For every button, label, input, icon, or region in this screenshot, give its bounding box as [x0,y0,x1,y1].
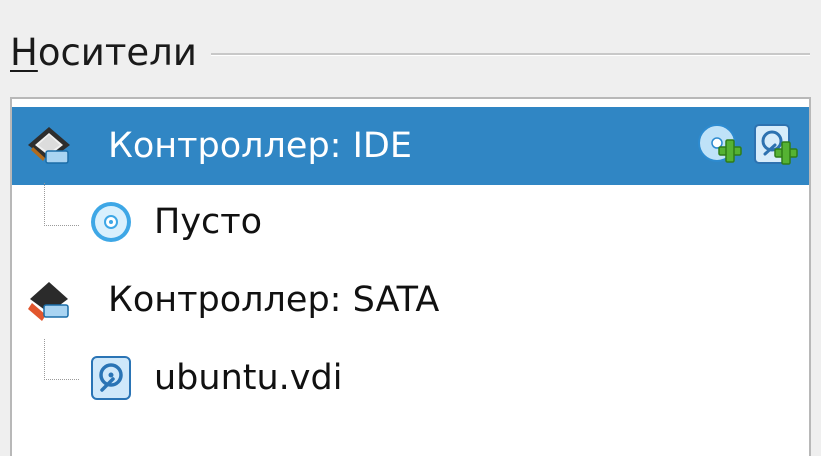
tree-branch-line [44,339,79,380]
storage-tree[interactable]: Контроллер: IDE Пусто Контроллер: SATA u… [10,97,811,456]
optical-disc-icon [91,202,131,242]
ubuntu-vdi-label: ubuntu.vdi [154,357,343,398]
ide-controller-icon [28,127,70,164]
section-title-text: осители [37,30,197,74]
section-divider [210,52,810,56]
section-title-mnemonic: Н [10,30,38,74]
tree-row-sata-controller[interactable]: Контроллер: SATA [12,261,809,339]
tree-row-ide-controller[interactable]: Контроллер: IDE [12,107,809,185]
ide-controller-label: Контроллер: IDE [108,125,412,166]
sata-controller-icon [28,282,69,321]
storage-section-title: Носители [10,34,197,71]
storage-section-header: Носители [10,22,810,82]
sata-controller-label: Контроллер: SATA [108,279,440,320]
tree-row-ubuntu-vdi[interactable]: ubuntu.vdi [12,339,809,417]
add-hard-disk-icon[interactable] [751,121,801,171]
ide-controller-actions [695,107,801,185]
add-optical-drive-icon[interactable] [695,121,745,171]
tree-branch-line [44,183,79,226]
empty-drive-label: Пусто [154,201,263,242]
hard-disk-icon [91,356,131,400]
storage-panel: Носители Контроллер: IDE Пусто Контролле… [0,0,821,456]
tree-row-empty-drive[interactable]: Пусто [12,183,809,261]
